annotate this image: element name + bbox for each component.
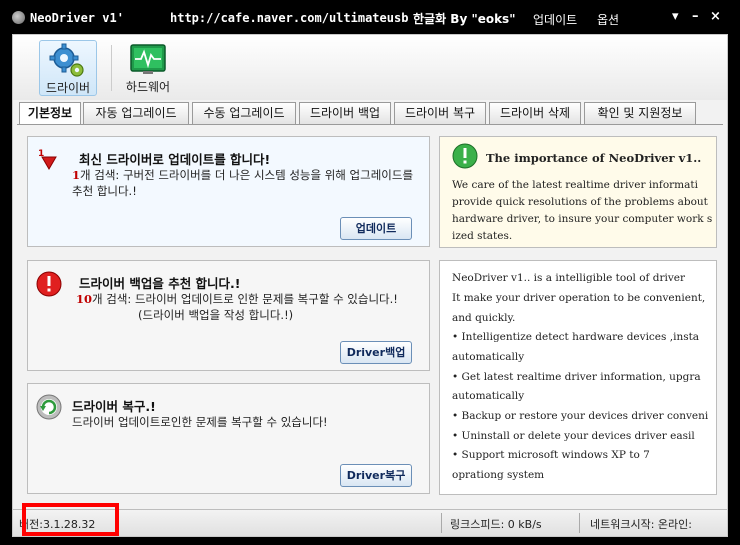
update-title: 최신 드라이버로 업데이트를 합니다! — [79, 152, 271, 167]
title-credit: 한글화 By "eoks" — [413, 12, 516, 26]
title-bar: NeoDriver v1' http://cafe.naver.com/ulti… — [0, 0, 740, 34]
features-line: oprationg system — [452, 469, 545, 481]
warning-icon — [36, 271, 62, 297]
features-line: • Uninstall or delete your devices drive… — [452, 430, 695, 442]
status-separator — [441, 513, 442, 533]
backup-title: 드라이버 백업을 추천 합니다.! — [79, 276, 241, 291]
status-separator — [579, 513, 580, 533]
backup-button[interactable]: Driver백업 — [340, 341, 412, 364]
menu-options[interactable]: 옵션 — [597, 11, 619, 28]
importance-line: We care of the latest realtime driver in… — [452, 179, 698, 191]
toolbar: 드라이버 하드웨어 — [13, 35, 727, 100]
close-icon[interactable]: × — [710, 9, 721, 24]
restore-desc-text: 드라이버 업데이트로인한 문제를 복구할 수 있습니다! — [72, 415, 328, 429]
update-desc-text: 개 검색: 구버전 드라이버를 더 나은 시스템 성능을 위해 업그레이드를 추… — [72, 168, 414, 198]
features-line: NeoDriver v1.. is a intelligible tool of… — [452, 272, 686, 284]
info-icon — [452, 143, 478, 169]
tab-basic-info[interactable]: 기본정보 — [19, 102, 81, 125]
backup-desc-text: 개 검색: 드라이버 업데이트로 인한 문제를 복구할 수 있습니다.! — [92, 292, 398, 306]
importance-panel: The importance of NeoDriver v1.. We care… — [439, 136, 717, 248]
app-logo-icon — [12, 11, 25, 24]
features-line: automatically — [452, 390, 525, 402]
monitor-icon — [130, 44, 166, 74]
update-description: 1개 검색: 구버전 드라이버를 더 나은 시스템 성능을 위해 업그레이드를 … — [72, 167, 422, 199]
title-url-link[interactable]: http://cafe.naver.com/ultimateusb — [170, 11, 408, 25]
restore-title: 드라이버 복구.! — [72, 399, 156, 414]
toolbar-separator — [111, 45, 112, 91]
features-line: It make your driver operation to be conv… — [452, 292, 706, 304]
dropdown-icon[interactable]: ▾ — [672, 9, 679, 24]
importance-line: provide quick resolutions of the problem… — [452, 196, 708, 208]
download-arrow-icon: 1 — [38, 149, 57, 170]
backup-panel: 드라이버 백업을 추천 합니다.! 10개 검색: 드라이버 업데이트로 인한 … — [27, 260, 430, 371]
status-bar: 버전:3.1.28.32 링크스피드: 0 kB/s 네트워크시작: 온라인: — [13, 509, 727, 536]
backup-desc-note: (드라이버 백업을 작성 합니다.!) — [138, 308, 294, 322]
tab-auto-upgrade[interactable]: 자동 업그레이드 — [83, 102, 189, 124]
tab-manual-upgrade[interactable]: 수동 업그레이드 — [192, 102, 296, 124]
update-panel: 1 최신 드라이버로 업데이트를 합니다! 1개 검색: 구버전 드라이버를 더… — [27, 136, 430, 247]
tab-support-info[interactable]: 확인 및 지원정보 — [584, 102, 696, 124]
status-network: 네트워크시작: 온라인: — [590, 518, 692, 531]
toolbar-hardware-button[interactable]: 하드웨어 — [119, 40, 177, 96]
minimize-icon[interactable]: – — [692, 9, 699, 24]
main-window: 드라이버 하드웨어 기본정보 자동 업그레이드 수동 업그레이드 드라이버 백업… — [12, 34, 728, 537]
restore-description: 드라이버 업데이트로인한 문제를 복구할 수 있습니다! — [72, 414, 422, 430]
features-line: • Get latest realtime driver information… — [452, 371, 701, 383]
features-line: • Backup or restore your devices driver … — [452, 410, 709, 422]
features-line: automatically — [452, 351, 525, 363]
toolbar-driver-label: 드라이버 — [45, 81, 91, 95]
features-panel: NeoDriver v1.. is a intelligible tool of… — [439, 260, 717, 495]
restore-button[interactable]: Driver복구 — [340, 464, 412, 487]
tab-driver-backup[interactable]: 드라이버 백업 — [299, 102, 391, 124]
restore-icon — [36, 394, 62, 420]
importance-line: hardware driver, to insure your computer… — [452, 213, 713, 225]
importance-line: ized states. — [452, 230, 513, 242]
gears-icon — [49, 43, 84, 77]
app-title: NeoDriver v1' — [30, 11, 124, 25]
tab-driver-delete[interactable]: 드라이버 삭제 — [489, 102, 581, 124]
version-highlight-box — [22, 503, 119, 536]
features-line: • Support microsoft windows XP to 7 — [452, 449, 650, 461]
importance-title: The importance of NeoDriver v1.. — [486, 151, 702, 165]
update-count: 1 — [72, 168, 81, 182]
backup-count: 10 — [76, 292, 93, 306]
status-link-speed: 링크스피드: 0 kB/s — [450, 518, 542, 531]
menu-update[interactable]: 업데이트 — [533, 11, 577, 28]
update-button[interactable]: 업데이트 — [340, 217, 412, 240]
tab-underline — [17, 124, 723, 125]
features-line: • Intelligentize detect hardware devices… — [452, 331, 700, 343]
restore-panel: 드라이버 복구.! 드라이버 업데이트로인한 문제를 복구할 수 있습니다! D… — [27, 383, 430, 494]
backup-description: 10개 검색: 드라이버 업데이트로 인한 문제를 복구할 수 있습니다.! (… — [76, 291, 426, 323]
toolbar-driver-button[interactable]: 드라이버 — [39, 40, 97, 96]
toolbar-hardware-label: 하드웨어 — [125, 80, 171, 94]
features-line: and quickly. — [452, 312, 516, 324]
tab-driver-restore[interactable]: 드라이버 복구 — [394, 102, 486, 124]
